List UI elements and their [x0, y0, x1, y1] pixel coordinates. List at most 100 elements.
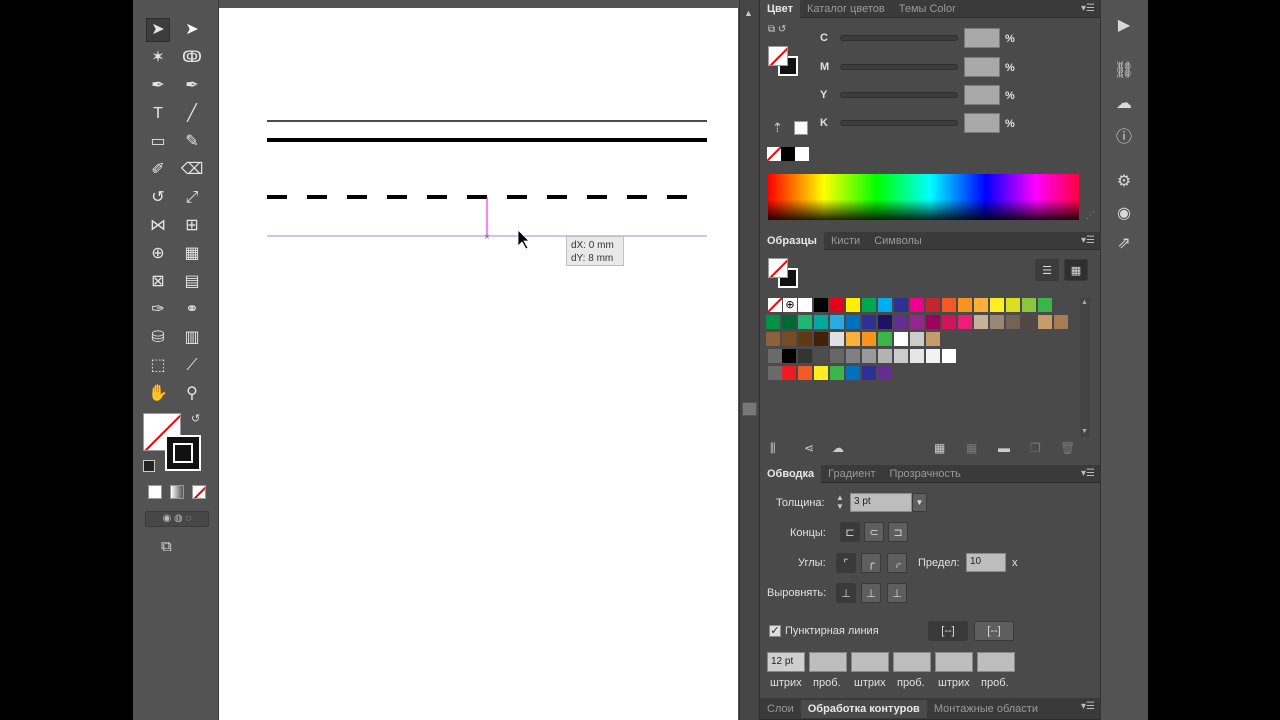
swatch[interactable] — [1038, 315, 1053, 330]
swatch[interactable] — [910, 298, 925, 313]
swatch[interactable] — [830, 298, 845, 313]
projecting-cap-button[interactable]: ⊐ — [888, 522, 908, 542]
list-view-button[interactable]: ☰ — [1035, 259, 1059, 281]
swatch[interactable] — [830, 315, 845, 330]
k-slider[interactable] — [840, 120, 958, 126]
miter-join-button[interactable]: ⌜ — [836, 553, 856, 573]
line-tool[interactable]: ╱ — [180, 102, 204, 126]
align-inside-button[interactable]: ⊥ — [861, 583, 881, 603]
swatch[interactable] — [846, 349, 861, 364]
panel-menu-icon[interactable]: ▾☰ — [1081, 235, 1095, 246]
swatch[interactable] — [1054, 315, 1069, 330]
new-swatch-icon[interactable]: ❐ — [1030, 441, 1041, 455]
weight-stepper[interactable]: ▲ ▼ — [836, 493, 848, 513]
c-slider[interactable] — [840, 35, 958, 41]
tab-swatches[interactable]: Образцы — [760, 231, 824, 250]
tab-brushes[interactable]: Кисти — [824, 232, 867, 250]
swatch[interactable] — [862, 298, 877, 313]
swatch[interactable] — [830, 332, 845, 347]
swatch[interactable] — [782, 315, 797, 330]
resize-grip-icon[interactable]: ⋰ — [1086, 210, 1095, 221]
gradient-mode-button[interactable] — [170, 485, 184, 499]
appearance-icon[interactable]: ⚙ — [1108, 168, 1140, 194]
none-swatch[interactable] — [768, 298, 782, 312]
swatch[interactable] — [878, 298, 893, 313]
zoom-tool[interactable]: ⚲ — [180, 382, 204, 406]
swatch[interactable] — [782, 349, 797, 364]
swatch[interactable] — [926, 332, 941, 347]
selection-tool[interactable]: ➤ — [146, 18, 170, 42]
blend-tool[interactable]: ⚭ — [180, 298, 204, 322]
align-dash-button[interactable]: [‐‐] — [974, 621, 1014, 641]
swatch[interactable] — [846, 298, 861, 313]
gap-field-1[interactable] — [809, 652, 847, 672]
paintbrush-tool[interactable]: ✎ — [180, 130, 204, 154]
swatch[interactable] — [766, 332, 781, 347]
swatch[interactable] — [878, 366, 893, 381]
tab-layers[interactable]: Слои — [760, 700, 801, 718]
bevel-join-button[interactable]: ⌌ — [887, 553, 907, 573]
round-cap-button[interactable]: ⊂ — [864, 522, 884, 542]
swatch[interactable] — [862, 366, 877, 381]
swatch[interactable] — [814, 332, 829, 347]
swatch[interactable] — [1022, 298, 1037, 313]
limit-field[interactable]: 10 — [966, 553, 1006, 572]
swatch[interactable] — [910, 332, 925, 347]
swatch[interactable] — [830, 366, 845, 381]
swatch[interactable] — [878, 315, 893, 330]
eraser-tool[interactable]: ⌫ — [180, 158, 204, 182]
tab-color-themes[interactable]: Темы Color — [892, 0, 963, 18]
white-swatch-small[interactable] — [795, 147, 809, 161]
none-mode-button[interactable] — [192, 485, 206, 499]
swatch[interactable] — [862, 349, 877, 364]
artboard-tool[interactable]: ⬚ — [146, 354, 170, 378]
swatch[interactable] — [862, 315, 877, 330]
screen-mode-icon[interactable]: ⧉ — [161, 538, 185, 556]
swatch[interactable] — [942, 315, 957, 330]
swatch[interactable] — [798, 315, 813, 330]
weight-dropdown[interactable]: ▼ — [912, 493, 927, 512]
swatch-options-icon[interactable]: ☁ — [832, 441, 844, 455]
gradient-tool[interactable]: ▤ — [180, 270, 204, 294]
swatch[interactable] — [782, 332, 797, 347]
swatch[interactable] — [782, 366, 797, 381]
color-mode-button[interactable] — [148, 485, 162, 499]
direct-selection-tool[interactable]: ➤ — [180, 18, 204, 42]
type-tool[interactable]: T — [146, 102, 170, 126]
play-icon[interactable]: ▶ — [1108, 12, 1140, 38]
swatch-group-folder-icon[interactable] — [768, 349, 783, 364]
swatch[interactable] — [894, 315, 909, 330]
swatch[interactable] — [814, 349, 829, 364]
swatch[interactable] — [1006, 315, 1021, 330]
color-spectrum[interactable] — [768, 174, 1079, 220]
default-fill-stroke-icon[interactable] — [143, 460, 155, 472]
swatch[interactable] — [878, 332, 893, 347]
document-info-icon[interactable]: ⓘ — [1108, 122, 1140, 148]
new-folder-icon[interactable]: ▬ — [998, 441, 1010, 455]
perspective-grid-tool[interactable]: ▦ — [180, 242, 204, 266]
y-value-field[interactable] — [964, 85, 1000, 105]
k-value-field[interactable] — [964, 113, 1000, 133]
out-of-gamut-icon[interactable]: ⇡ — [772, 120, 783, 136]
swatch[interactable] — [942, 349, 957, 364]
swatch[interactable] — [830, 349, 845, 364]
magic-wand-tool[interactable]: ✶ — [146, 46, 170, 70]
swatch[interactable] — [814, 366, 829, 381]
swatch[interactable] — [910, 315, 925, 330]
dash-field-1[interactable]: 12 pt — [767, 652, 805, 672]
scroll-thumb[interactable] — [742, 402, 757, 416]
tab-color-guide[interactable]: Каталог цветов — [800, 0, 892, 18]
scroll-up-icon[interactable]: ▲ — [744, 8, 753, 18]
cc-libraries-icon[interactable]: ☁ — [1108, 90, 1140, 116]
lasso-tool[interactable]: ↂ — [180, 46, 204, 70]
dash-field-2[interactable] — [851, 652, 889, 672]
butt-cap-button[interactable]: ⊏ — [840, 522, 860, 542]
curvature-tool[interactable]: ✒ — [180, 74, 204, 98]
gap-field-3[interactable] — [977, 652, 1015, 672]
swatch[interactable] — [926, 315, 941, 330]
swatch[interactable] — [990, 298, 1005, 313]
free-transform-tool[interactable]: ⊞ — [180, 214, 204, 238]
swatch[interactable] — [862, 332, 877, 347]
tab-gradient[interactable]: Градиент — [821, 465, 882, 483]
rotate-tool[interactable]: ↺ — [146, 186, 170, 210]
